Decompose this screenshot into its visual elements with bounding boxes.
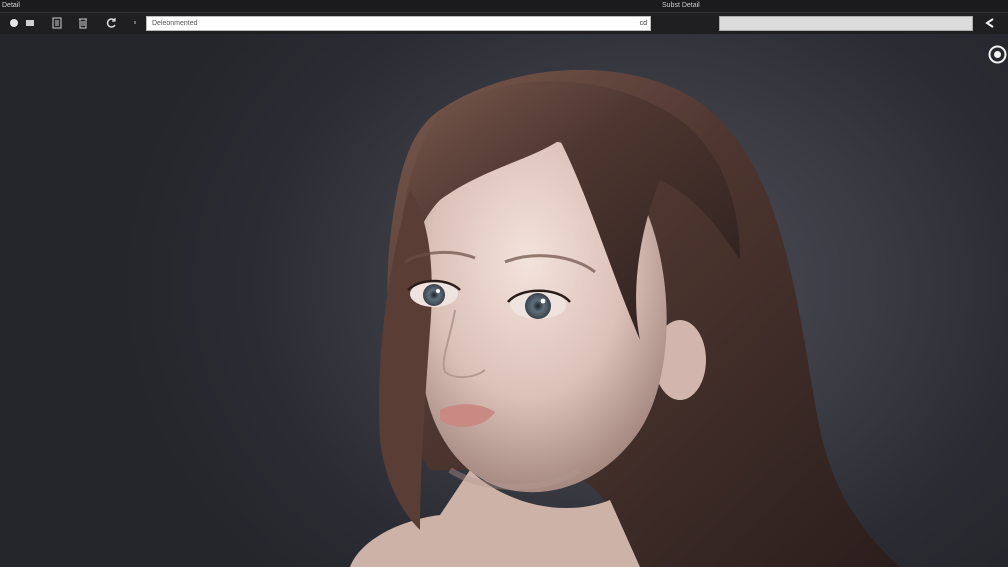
left-eye-highlight [436,289,440,293]
back-arrow-icon [985,18,994,28]
url-bar[interactable]: Deleonmented cd [146,16,651,31]
record-icon [10,19,18,27]
refresh-icon [106,18,116,28]
title-bar: Detail Subst Detail [0,0,1008,13]
panel-button[interactable] [23,16,37,30]
portrait-image [350,69,901,567]
dropdown-button[interactable] [130,16,140,30]
url-action-button[interactable]: cd [640,19,647,28]
toolbar: Deleonmented cd [0,13,1008,34]
right-eye-highlight [540,298,546,304]
target-icon [988,45,1007,64]
search-input[interactable] [719,16,973,31]
url-input-text: Deleonmented [152,20,198,27]
trash-button[interactable] [76,16,90,30]
list-icon [52,17,62,29]
target-button[interactable] [988,45,1007,64]
back-button[interactable] [983,16,997,30]
chevron-down-icon [134,21,136,24]
trash-icon [79,18,87,29]
refresh-button[interactable] [105,16,119,30]
record-button[interactable] [7,16,21,30]
panel-icon [26,20,34,26]
list-button[interactable] [50,16,64,30]
hair-left-shape [379,190,432,530]
window-title: Subst Detail [662,2,700,9]
left-eye-iris [423,284,445,306]
app-title: Detail [2,2,20,9]
image-viewport [0,34,1008,567]
right-eye-iris [525,293,551,319]
